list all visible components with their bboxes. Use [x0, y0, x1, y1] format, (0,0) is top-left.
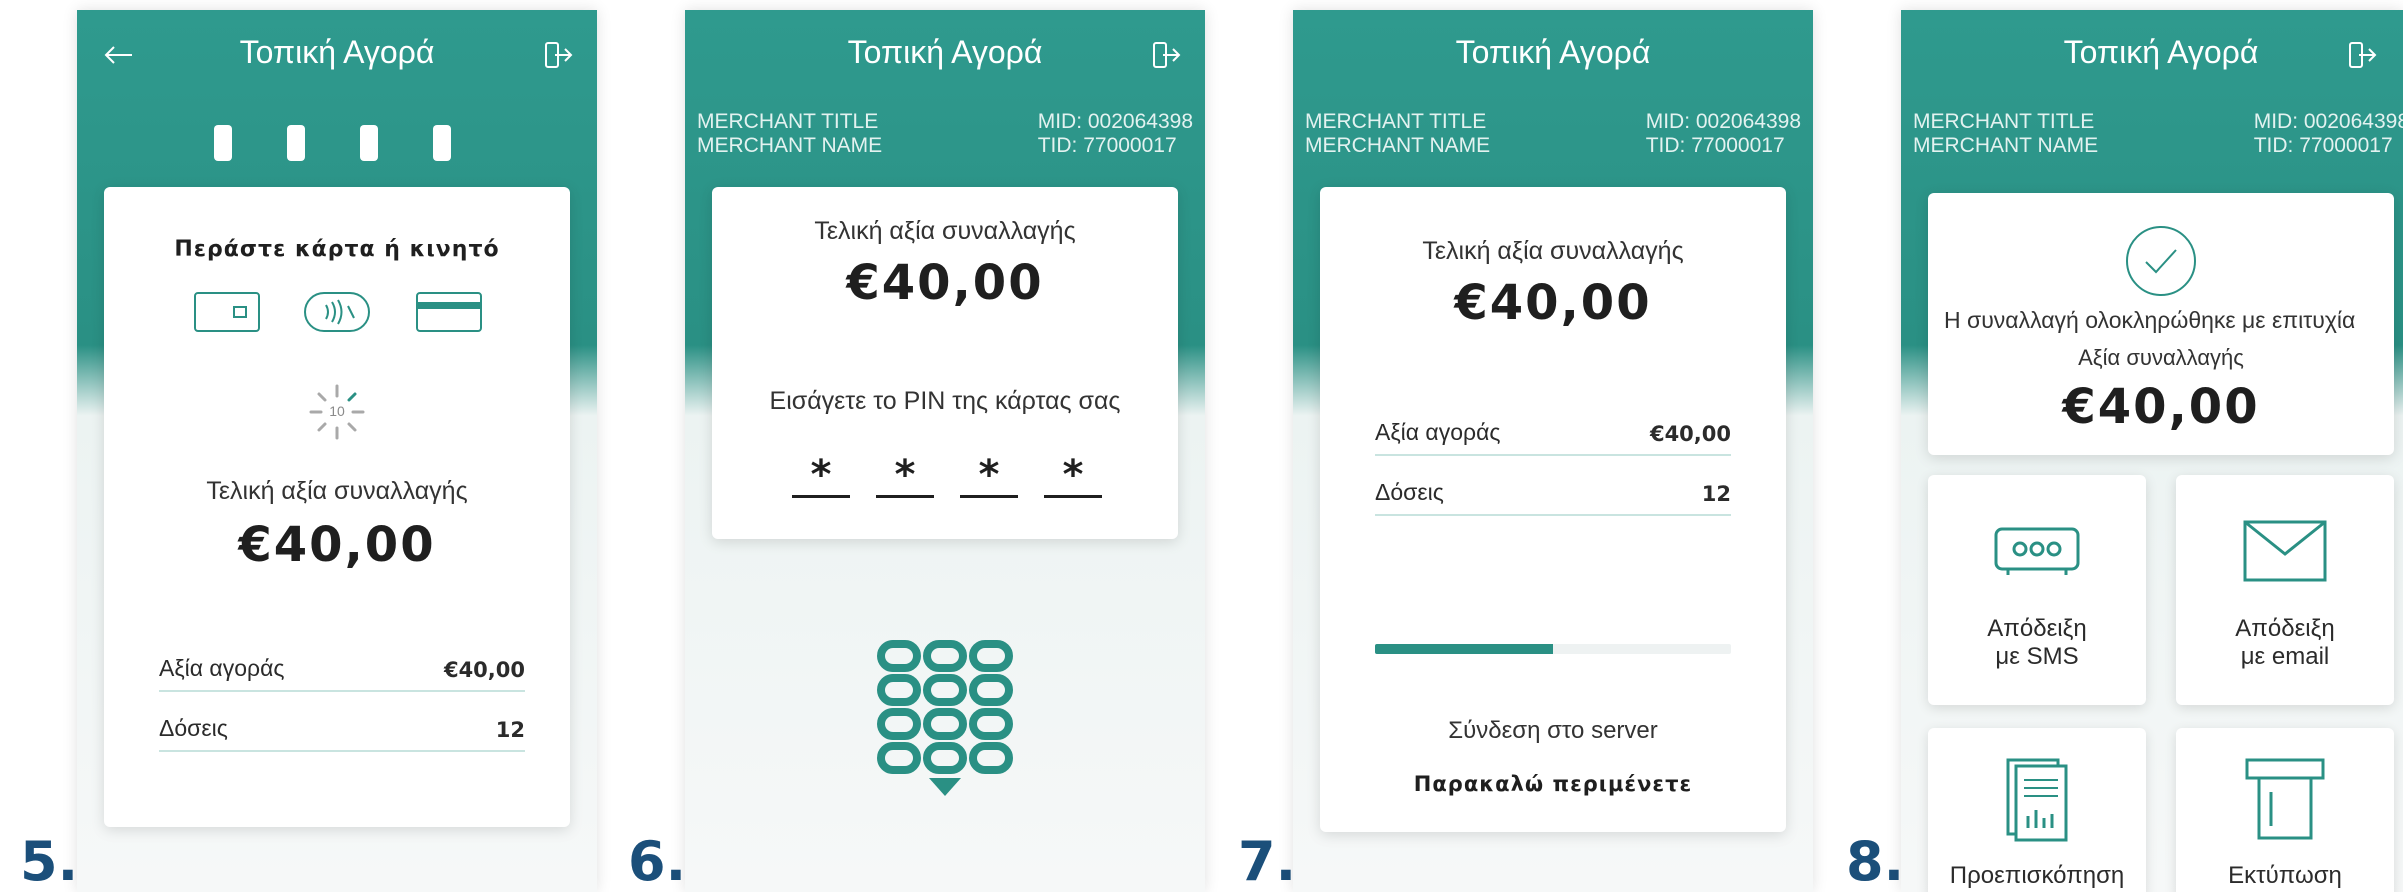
processing-card: Τελική αξία συναλλαγής €40,00 Αξία αγορά…: [1320, 187, 1786, 832]
installments-label: Δόσεις: [159, 715, 228, 741]
exit-icon[interactable]: [1145, 34, 1187, 76]
receipt-preview-icon: [2006, 758, 2068, 842]
connection-status: Σύνδεση στο server: [1448, 717, 1658, 744]
pin-prompt: Εισάγετε το PIN της κάρτας σας: [769, 387, 1121, 415]
screen-success: Τοπική Αγορά MERCHANT TITLE MERCHANT NAM…: [1901, 10, 2403, 892]
top-bar: Τοπική Αγορά: [1293, 10, 1813, 100]
purchase-row: Αξία αγοράς €40,00: [159, 655, 525, 692]
merchant-tid: TID: 77000017: [2253, 134, 2393, 157]
contactless-icon: [304, 292, 370, 337]
installments-row: Δόσεις 12: [159, 715, 525, 752]
page-title: Τοπική Αγορά: [1455, 34, 1651, 70]
merchant-mid: MID: 002064398: [1037, 110, 1193, 133]
purchase-value: €40,00: [443, 658, 525, 682]
page-title: Τοπική Αγορά: [847, 34, 1043, 70]
purchase-label: Αξία αγοράς: [1375, 419, 1501, 445]
merchant-mid: MID: 002064398: [2253, 110, 2403, 133]
merchant-tid: TID: 77000017: [1645, 134, 1785, 157]
amount-label: Αξία συναλλαγής: [2078, 345, 2244, 370]
merchant-info: MERCHANT TITLE MERCHANT NAME MID: 002064…: [1913, 110, 2403, 158]
print-label: Εκτύπωση: [2228, 862, 2342, 889]
page-title: Τοπική Αγορά: [239, 34, 435, 70]
chip-card-icon: [194, 292, 260, 337]
final-amount-label: Τελική αξία συναλλαγής: [814, 217, 1076, 245]
final-amount: €40,00: [1454, 275, 1652, 331]
success-message: Η συναλλαγή ολοκληρώθηκε με επιτυχία: [1944, 307, 2356, 333]
spinner-timer: 10: [329, 403, 345, 419]
step-number-7: 7.: [1238, 830, 1297, 892]
exit-icon[interactable]: [537, 34, 579, 76]
card-prompt: Περάστε κάρτα ή κινητό: [174, 237, 500, 262]
installments-value: 12: [495, 718, 525, 742]
swipe-card-icon: [416, 292, 482, 337]
installments-label: Δόσεις: [1375, 479, 1444, 505]
screen-card-read: Τοπική Αγορά Περάστε κάρτα ή κινητό 10 Τ…: [77, 10, 597, 892]
final-amount-label: Τελική αξία συναλλαγής: [1422, 237, 1684, 265]
merchant-mid: MID: 002064398: [1645, 110, 1801, 133]
email-label-2: με email: [2240, 643, 2330, 670]
pin-dot: [433, 125, 451, 161]
payment-card: Περάστε κάρτα ή κινητό 10 Τελική αξία συ…: [104, 187, 570, 827]
keypad-icon: [875, 638, 1015, 811]
sms-icon: [1994, 527, 2080, 575]
step-number-8: 8.: [1846, 830, 1905, 892]
purchase-label: Αξία αγοράς: [159, 655, 285, 681]
merchant-info: MERCHANT TITLE MERCHANT NAME MID: 002064…: [1305, 110, 1801, 158]
pin-digit: *: [876, 455, 934, 498]
success-card: Η συναλλαγή ολοκληρώθηκε με επιτυχία Αξί…: [1928, 193, 2394, 455]
merchant-info: MERCHANT TITLE MERCHANT NAME MID: 002064…: [697, 110, 1193, 158]
email-label-1: Απόδειξη: [2235, 615, 2335, 642]
success-check-icon: [2125, 225, 2197, 302]
purchase-row: Αξία αγοράς €40,00: [1375, 419, 1731, 456]
top-bar: Τοπική Αγορά: [1901, 10, 2403, 100]
installments-value: 12: [1701, 482, 1731, 506]
screen-connecting: Τοπική Αγορά MERCHANT TITLE MERCHANT NAM…: [1293, 10, 1813, 892]
pin-digit: *: [1044, 455, 1102, 498]
step-number-5: 5.: [20, 830, 79, 892]
page-title: Τοπική Αγορά: [2063, 34, 2259, 70]
spinner-icon: 10: [307, 382, 367, 442]
pin-digit: *: [792, 455, 850, 498]
purchase-value: €40,00: [1649, 422, 1731, 446]
installments-row: Δόσεις 12: [1375, 479, 1731, 516]
wait-message: Παρακαλώ περιμένετε: [1413, 772, 1693, 796]
progress-bar: [1375, 644, 1731, 654]
final-amount: €40,00: [846, 255, 1044, 311]
merchant-tid: TID: 77000017: [1037, 134, 1177, 157]
final-amount-label: Τελική αξία συναλλαγής: [206, 477, 468, 505]
transaction-amount: €40,00: [2062, 379, 2260, 435]
sms-label-2: με SMS: [1995, 643, 2079, 670]
preview-receipt-button[interactable]: Προεπισκόπηση: [1928, 728, 2146, 892]
printer-icon: [2245, 758, 2325, 840]
preview-label: Προεπισκόπηση: [1949, 862, 2125, 889]
email-receipt-button[interactable]: Απόδειξη με email: [2176, 475, 2394, 705]
sms-label-1: Απόδειξη: [1987, 615, 2087, 642]
print-receipt-button[interactable]: Εκτύπωση: [2176, 728, 2394, 892]
sms-receipt-button[interactable]: Απόδειξη με SMS: [1928, 475, 2146, 705]
pin-card: Τελική αξία συναλλαγής €40,00 Εισάγετε τ…: [712, 187, 1178, 539]
progress-fill: [1375, 644, 1553, 654]
pin-dot: [214, 125, 232, 161]
pin-dot: [360, 125, 378, 161]
top-bar: Τοπική Αγορά: [685, 10, 1205, 100]
final-amount: €40,00: [238, 517, 436, 573]
screen-pin-entry: Τοπική Αγορά MERCHANT TITLE MERCHANT NAM…: [685, 10, 1205, 892]
step-number-6: 6.: [628, 830, 687, 892]
pin-dot: [287, 125, 305, 161]
email-icon: [2243, 520, 2327, 582]
exit-icon[interactable]: [2341, 34, 2383, 76]
pin-digit: *: [960, 455, 1018, 498]
top-bar: Τοπική Αγορά: [77, 10, 597, 100]
